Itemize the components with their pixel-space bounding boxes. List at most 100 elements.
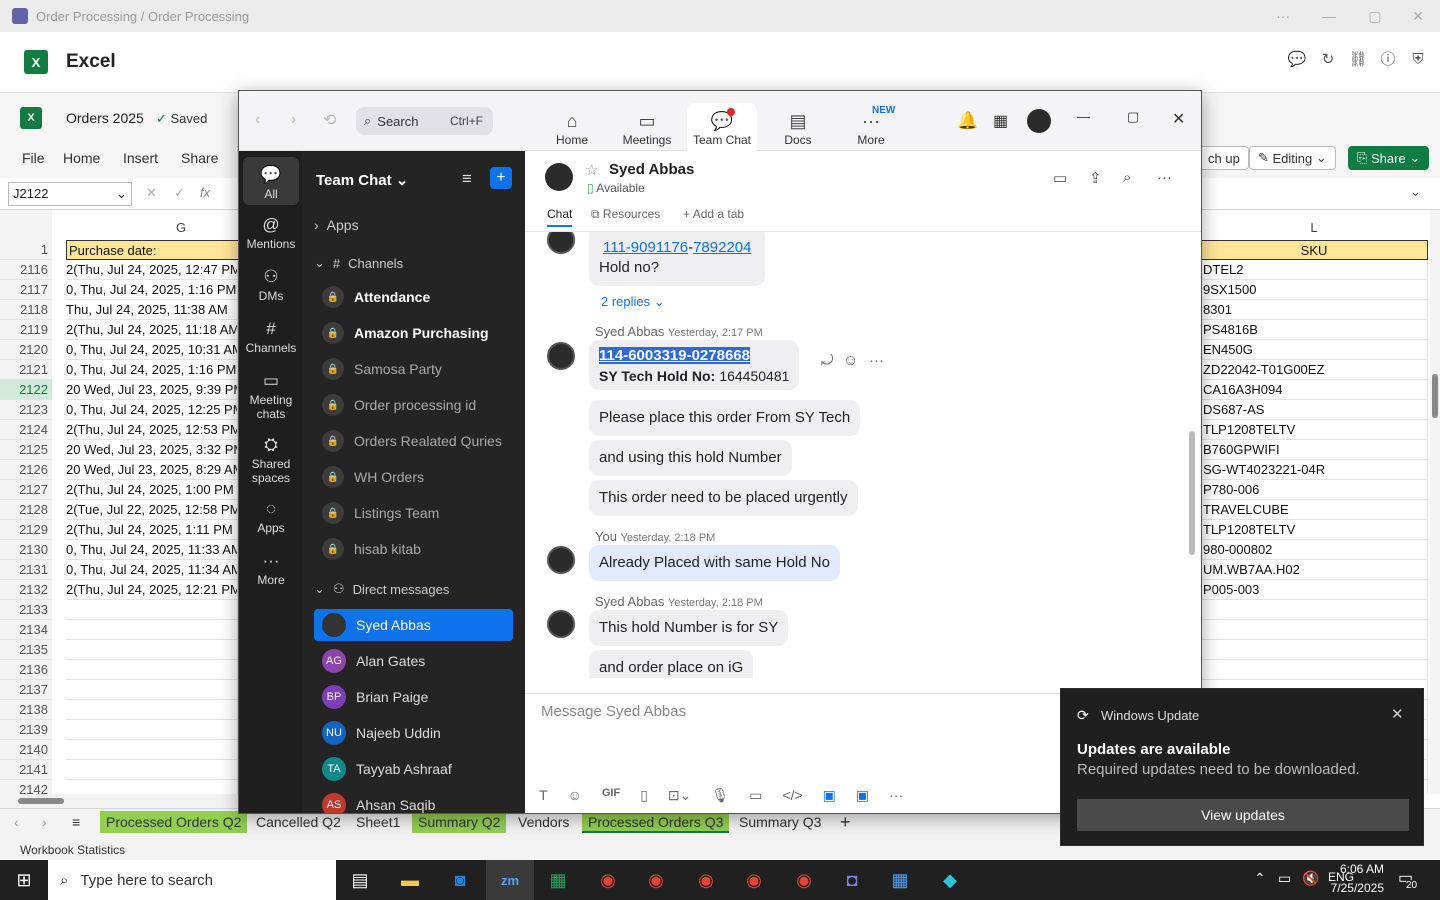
menu-share[interactable]: Share (181, 150, 218, 166)
cell-l[interactable]: TLP1208TELTV (1200, 420, 1428, 440)
nav-more[interactable]: ··· More NEW (836, 103, 906, 151)
compose-input[interactable]: Message Syed Abbas (541, 703, 686, 720)
nav-team-chat[interactable]: 💬 Team Chat (687, 103, 757, 151)
row-header[interactable]: 2134 (0, 620, 52, 640)
sheet-tab[interactable]: Cancelled Q2 (250, 811, 347, 833)
row-header[interactable]: 2119 (0, 320, 52, 340)
row-header[interactable]: 2132 (0, 580, 52, 600)
chevron-up-icon[interactable]: ⌃ (1254, 870, 1266, 887)
channel-item[interactable]: 🔒 Order processing id (314, 389, 513, 421)
workbook-statistics[interactable]: Workbook Statistics (20, 843, 125, 857)
more-options-icon[interactable]: ··· (869, 352, 884, 369)
scrollbar-thumb[interactable] (1432, 374, 1438, 418)
doc-name[interactable]: Orders 2025 (66, 110, 144, 126)
link-icon[interactable]: ⛓ (1348, 50, 1368, 70)
row-header[interactable]: 2138 (0, 700, 52, 720)
volume-muted-icon[interactable]: 🔇 (1302, 870, 1319, 887)
maximize-icon[interactable]: ▢ (1127, 109, 1139, 125)
shield-icon[interactable]: ⛨ (1408, 50, 1428, 70)
nav-docs[interactable]: ▤ Docs (763, 103, 833, 151)
reply-icon[interactable]: ⤾ (821, 352, 834, 369)
rail-apps[interactable]: ◌ Apps (243, 497, 299, 535)
message-bubble[interactable]: Please place this order From SY Tech (589, 400, 861, 436)
rail-shared-spaces[interactable]: ⛭ Shared spaces (243, 433, 299, 485)
cell-l[interactable]: UM.WB7AA.H02 (1200, 560, 1428, 580)
bell-icon[interactable]: 🔔 (957, 111, 978, 131)
dm-item[interactable]: TA Tayyab Ashraaf (314, 753, 513, 785)
channel-item[interactable]: 🔒 Orders Realated Quries (314, 425, 513, 457)
order-link-suffix[interactable]: 7892204 (693, 239, 751, 256)
cell-l[interactable]: P005-003 (1200, 580, 1428, 600)
dm-section[interactable]: ⌄ ⚇ Direct messages (314, 573, 513, 605)
cancel-icon[interactable]: ✕ (146, 185, 157, 201)
rail-mentions[interactable]: @ Mentions (243, 213, 299, 251)
nav-meetings[interactable]: ▭ Meetings (612, 103, 682, 151)
message-bubble[interactable]: and using this hold Number (589, 440, 792, 476)
thread-replies-link[interactable]: 2 replies ⌄ (601, 294, 665, 310)
rail-meeting-chats[interactable]: ▭ Meeting chats (243, 369, 299, 421)
row-header[interactable]: 2116 (0, 260, 52, 280)
row-header[interactable]: 2127 (0, 480, 52, 500)
format-text-icon[interactable]: T (539, 787, 548, 804)
sheet-tab[interactable]: Vendors (512, 811, 575, 833)
task-view-icon[interactable]: ▤ (336, 860, 384, 900)
rail-channels[interactable]: # Channels (243, 317, 299, 355)
row-header[interactable]: 2137 (0, 680, 52, 700)
cell-g[interactable]: 0, Thu, Jul 24, 2025, 11:34 AM (66, 560, 238, 580)
maximize-icon[interactable]: ▢ (1352, 0, 1398, 32)
row-header[interactable]: 2130 (0, 540, 52, 560)
cell-l[interactable]: DTEL2 (1200, 260, 1428, 280)
cell-l[interactable]: PS4816B (1200, 320, 1428, 340)
hscroll-thumb[interactable] (18, 798, 64, 804)
row-header[interactable]: 2123 (0, 400, 52, 420)
rail-more[interactable]: ··· More (243, 549, 299, 587)
cell-l[interactable]: CA16A3H094 (1200, 380, 1428, 400)
cell-g[interactable] (66, 780, 238, 794)
chrome-icon[interactable]: ◉ (780, 860, 828, 900)
cell-g[interactable]: 0, Thu, Jul 24, 2025, 10:31 AM (66, 340, 238, 360)
enter-icon[interactable]: ✓ (174, 185, 185, 201)
cell-l[interactable]: 980-000802 (1200, 540, 1428, 560)
emoji-reaction-icon[interactable]: ☺ (843, 352, 858, 369)
contact-avatar[interactable] (545, 163, 573, 191)
row-header[interactable]: 2125 (0, 440, 52, 460)
cell-g[interactable] (66, 720, 238, 740)
cell-g[interactable]: 20 Wed, Jul 23, 2025, 9:39 PM P (66, 380, 238, 400)
row-header[interactable]: 2120 (0, 340, 52, 360)
row-header[interactable]: 2141 (0, 760, 52, 780)
catch-up-button[interactable]: ch up (1200, 146, 1249, 170)
row-header[interactable]: 2142 (0, 780, 52, 794)
channel-item[interactable]: 🔒 Samosa Party (314, 353, 513, 385)
cell-g[interactable]: 0, Thu, Jul 24, 2025, 11:33 AM (66, 540, 238, 560)
code-icon[interactable]: </> (782, 787, 802, 804)
video-call-icon[interactable]: ▭ (1053, 169, 1067, 187)
cell-g[interactable]: 0, Thu, Jul 24, 2025, 12:25 PM (66, 400, 238, 420)
chrome-icon[interactable]: ◉ (730, 860, 778, 900)
prev-sheet-icon[interactable]: ‹ (8, 811, 25, 833)
row-header[interactable]: 2128 (0, 500, 52, 520)
calendar-icon[interactable]: ▦ (993, 111, 1008, 131)
close-icon[interactable]: ✕ (1395, 0, 1440, 32)
message-bubble[interactable]: This hold Number is for SY (589, 610, 789, 646)
cell-g[interactable]: 0, Thu, Jul 24, 2025, 1:16 PM P (66, 360, 238, 380)
row-header[interactable]: 1 (0, 240, 52, 260)
sheet-tab[interactable]: Summary Q3 (733, 811, 827, 833)
view-updates-button[interactable]: View updates (1077, 799, 1409, 831)
search-box[interactable]: ⌕ Search Ctrl+F (356, 107, 493, 135)
app-chat-icon[interactable]: ▣ (856, 787, 869, 804)
info-icon[interactable]: ⓘ (1378, 50, 1398, 70)
emoji-icon[interactable]: ☺ (568, 787, 582, 804)
message-bubble[interactable]: Already Placed with same Hold No (589, 545, 840, 581)
channels-section[interactable]: ⌄ # Channels (314, 247, 513, 279)
cell-l[interactable]: DS687-AS (1200, 400, 1428, 420)
cell-g[interactable]: 0, Thu, Jul 24, 2025, 1:16 PM P (66, 280, 238, 300)
history-icon[interactable]: ⟲ (323, 110, 336, 130)
cell-l[interactable]: SG-WT4023221-04R (1200, 460, 1428, 480)
contact-name[interactable]: Syed Abbas (609, 161, 694, 178)
cell-g[interactable] (66, 760, 238, 780)
next-sheet-icon[interactable]: › (36, 811, 53, 833)
cell-g1[interactable]: Purchase date: (66, 240, 266, 260)
cell-g[interactable] (66, 660, 238, 680)
cell-l[interactable] (1200, 660, 1428, 680)
gif-icon[interactable]: GIF (602, 787, 620, 804)
